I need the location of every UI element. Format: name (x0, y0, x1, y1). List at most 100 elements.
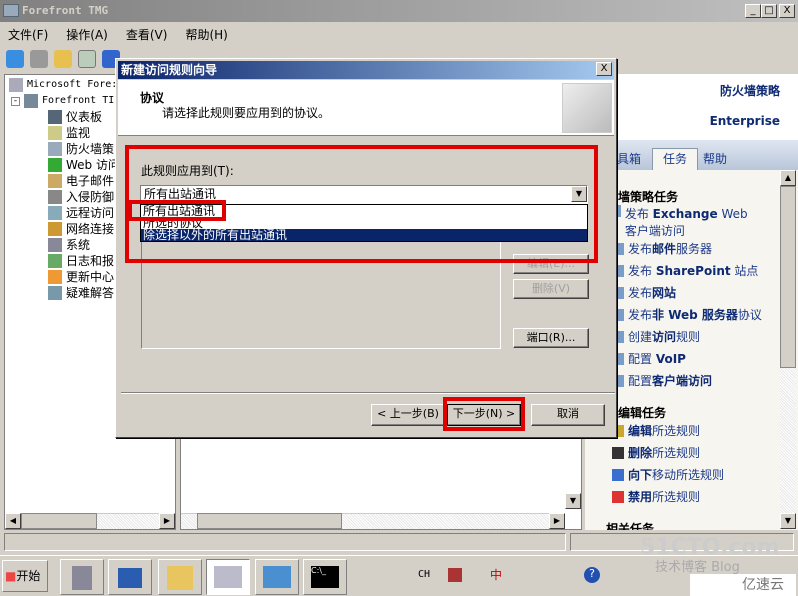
ports-button[interactable]: 端口(R)... (513, 328, 589, 348)
maximize-button[interactable]: □ (761, 4, 777, 18)
task-link[interactable]: 发布 SharePoint 站点 (612, 262, 758, 279)
powershell-icon[interactable] (108, 559, 152, 595)
back-button[interactable]: < 上一步(B) (371, 404, 445, 426)
tree-item[interactable]: 监视 (48, 125, 90, 141)
tree-item[interactable]: Web 访问 (48, 157, 120, 173)
explorer-icon[interactable] (158, 559, 202, 595)
header-title: 协议 (140, 91, 165, 105)
scroll-right-icon[interactable]: ▶ (549, 513, 565, 529)
server-manager-icon[interactable] (60, 559, 104, 595)
node-icon (48, 142, 62, 156)
task-link[interactable]: 创建访问规则 (612, 328, 700, 345)
node-icon (48, 174, 62, 188)
task-link[interactable]: 配置 VoIP (612, 350, 686, 367)
tree-item-label: 入侵防御 (66, 190, 115, 204)
task-link[interactable]: 编辑所选规则 (612, 422, 700, 439)
tree-item-label: 系统 (66, 238, 91, 252)
taskbar: ■开始 C:\_ CH 中 ? 51CTO.com 技术博客 Blog 亿速云 (0, 535, 798, 596)
tree-item-label: 疑难解答 (66, 286, 115, 300)
tree-item[interactable]: 仪表板 (48, 109, 102, 125)
menu-help[interactable]: 帮助(H) (185, 26, 227, 43)
tree-item-label: 远程访问 (66, 206, 115, 220)
tree-root-label: Microsoft Fore: (27, 79, 118, 90)
forefront-tmg-icon[interactable] (206, 559, 250, 595)
app-icon (3, 4, 19, 17)
scroll-up-icon[interactable]: ▲ (780, 170, 796, 186)
edition-label: Enterprise (709, 114, 780, 128)
menu-action[interactable]: 操作(A) (66, 26, 108, 43)
tree-item[interactable]: 远程访问 (48, 205, 114, 221)
server-icon (24, 94, 38, 108)
status-bar (4, 533, 566, 551)
tab-tasks[interactable]: 任务 (652, 148, 698, 170)
node-icon (48, 286, 62, 300)
tree-item[interactable]: 系统 (48, 237, 90, 253)
scroll-thumb[interactable] (197, 513, 342, 529)
menu-bar: 文件(F) 操作(A) 查看(V) 帮助(H) (0, 22, 798, 46)
minimize-button[interactable]: _ (745, 4, 761, 18)
task-link[interactable]: 配置客户端访问 (612, 372, 712, 389)
ime-icon[interactable] (448, 568, 462, 582)
command-prompt-icon[interactable]: C:\_ (303, 559, 347, 595)
header-description: 请选择此规则要应用到的协议。 (162, 106, 331, 120)
wizard-graphic-icon (562, 83, 612, 133)
tree-root[interactable]: Microsoft Fore: (9, 77, 117, 93)
collapse-icon[interactable]: - (11, 96, 20, 106)
tree-item-label: 仪表板 (66, 110, 103, 124)
delete-button[interactable]: 删除(V) (513, 279, 589, 299)
menu-file[interactable]: 文件(F) (8, 26, 48, 43)
ime-mode[interactable]: 中 (490, 566, 502, 583)
task-link[interactable]: 发布网站 (612, 284, 676, 301)
task-link[interactable]: 发布邮件服务器 (612, 240, 712, 257)
show-pane-icon[interactable] (78, 49, 96, 68)
highlight-box (443, 397, 525, 431)
tree-server[interactable]: - Forefront TI (11, 93, 114, 109)
node-icon (48, 254, 62, 268)
node-icon (48, 206, 62, 220)
tree-item-label: 更新中心 (66, 270, 115, 284)
help-icon[interactable]: ? (584, 567, 600, 583)
menu-view[interactable]: 查看(V) (126, 26, 168, 43)
scroll-left-icon[interactable]: ◀ (5, 513, 21, 529)
scroll-down-icon[interactable]: ▼ (565, 493, 581, 509)
tree-item[interactable]: 电子邮件 (48, 173, 114, 189)
section-related-tasks: 相关任务 (606, 522, 655, 530)
dialog-header: 协议 请选择此规则要应用到的协议。 (118, 80, 614, 136)
windows-logo-icon: ■ (5, 569, 17, 583)
cancel-button[interactable]: 取消 (531, 404, 605, 426)
back-arrow-icon[interactable] (6, 49, 24, 68)
task-link[interactable]: 向下移动所选规则 (612, 466, 724, 483)
forward-arrow-icon[interactable] (30, 49, 48, 68)
control-panel-icon[interactable] (255, 559, 299, 595)
server-array-icon (9, 78, 23, 92)
tree-item[interactable]: 防火墙策 (48, 141, 114, 157)
tree-item[interactable]: 更新中心 (48, 269, 114, 285)
scroll-thumb[interactable] (780, 186, 796, 368)
tab-help[interactable]: 帮助 (703, 150, 727, 167)
title-bar: Forefront TMG (0, 0, 798, 22)
task-link[interactable]: 禁用所选规则 (612, 488, 700, 505)
close-button[interactable]: X (779, 4, 795, 18)
scroll-right-icon[interactable]: ▶ (159, 513, 175, 529)
tree-item[interactable]: 疑难解答 (48, 285, 114, 301)
task-icon (612, 490, 624, 503)
language-indicator[interactable]: CH (418, 569, 430, 580)
node-icon (48, 110, 62, 124)
tree-item[interactable]: 入侵防御 (48, 189, 114, 205)
task-link[interactable]: 发布非 Web 服务器协议 (612, 306, 762, 323)
tab-toolbox[interactable]: 具箱 (617, 150, 641, 167)
tree-item-label: 电子邮件 (66, 174, 115, 188)
task-icon (612, 468, 624, 481)
up-folder-icon[interactable] (54, 49, 72, 68)
scroll-thumb[interactable] (21, 513, 97, 529)
tree-item[interactable]: 网络连接 (48, 221, 114, 237)
task-link[interactable]: 删除所选规则 (612, 444, 700, 461)
node-icon (48, 270, 62, 284)
scroll-down-icon[interactable]: ▼ (780, 513, 796, 529)
dialog-close-button[interactable]: X (596, 62, 612, 76)
task-link[interactable]: 发布 Exchange Web 客户端访问 (612, 205, 762, 239)
dialog-title: 新建访问规则向导 (118, 61, 614, 79)
policy-title: 防火墙策略 (719, 84, 780, 98)
start-button[interactable]: ■开始 (2, 560, 48, 592)
tree-item[interactable]: 日志和报 (48, 253, 114, 269)
